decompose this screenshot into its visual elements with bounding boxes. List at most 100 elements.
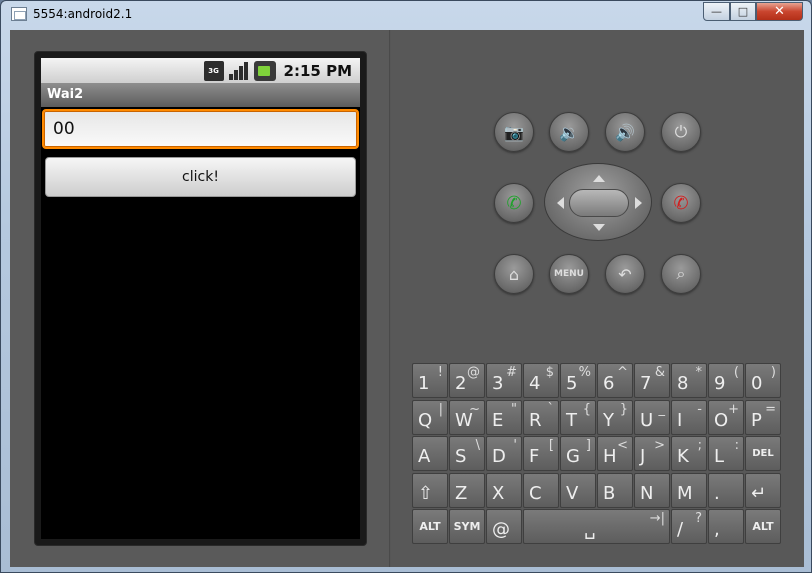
key-1-0[interactable]: Q | — [412, 399, 448, 435]
key-3-9[interactable]: ↵ — [745, 472, 781, 508]
key-main-label: 6 — [603, 373, 615, 394]
key-3-5[interactable]: B — [597, 472, 633, 508]
key-alt-label: ( — [733, 365, 739, 380]
title-bar[interactable]: 5554:android2.1 — □ ✕ — [1, 1, 811, 29]
key-2-7[interactable]: K; — [671, 436, 707, 471]
key-main-label: R — [529, 409, 542, 431]
signal-strength-icon — [228, 61, 250, 81]
key-1-1[interactable]: W ~ — [449, 399, 485, 435]
key-1-4[interactable]: T{ — [560, 399, 596, 435]
key-1-3[interactable]: R ` — [523, 399, 559, 435]
dpad-left-icon[interactable] — [551, 197, 564, 209]
key-0-7[interactable]: 8 * — [671, 363, 707, 398]
key-main-label: N — [640, 482, 654, 504]
key-0-1[interactable]: 2 @ — [449, 363, 485, 398]
key-3-8[interactable]: . — [708, 472, 744, 508]
key-1-7[interactable]: I- — [671, 399, 707, 435]
camera-button[interactable]: 📷 — [494, 112, 534, 152]
click-button[interactable]: click! — [45, 157, 356, 197]
key-alt-label: > — [654, 438, 665, 453]
key-slash[interactable]: /? — [671, 509, 707, 544]
key-alt-label: ) — [770, 365, 776, 380]
key-2-3[interactable]: F[ — [523, 436, 559, 471]
key-alt-right[interactable]: ALT — [745, 509, 781, 544]
phone-red-icon: ✆ — [673, 192, 689, 214]
key-main-label: P — [751, 409, 762, 431]
key-2-2[interactable]: D ' — [486, 436, 522, 471]
key-2-8[interactable]: L: — [708, 436, 744, 471]
key-0-8[interactable]: 9( — [708, 363, 744, 398]
key-3-0[interactable]: ⇧ — [412, 472, 448, 508]
key-alt-label: - — [697, 401, 702, 417]
key-main-label: . — [714, 482, 720, 504]
key-alt-label: _ — [658, 401, 666, 417]
dpad-center-button[interactable] — [569, 189, 629, 217]
key-0-3[interactable]: 4 $ — [523, 363, 559, 398]
key-1-6[interactable]: U _ — [634, 399, 670, 435]
key-1-2[interactable]: E " — [486, 399, 522, 435]
key-main-label: F — [529, 446, 540, 467]
key-0-0[interactable]: 1! — [412, 363, 448, 398]
key-main-label: C — [529, 482, 542, 504]
hardware-keyboard: ALT SYM @ ␣ →| /? , ALT 1! 2 @3 #4 $5% 6 ^ 7 & 8 * 9… — [412, 363, 785, 545]
key-space[interactable]: ␣ →| — [523, 509, 670, 544]
dpad-right-icon[interactable] — [635, 197, 648, 209]
key-alt-label: ; — [697, 438, 702, 453]
key-2-9[interactable]: DEL — [745, 436, 781, 471]
key-2-4[interactable]: G] — [560, 436, 596, 471]
key-main-label: Q — [418, 409, 433, 431]
key-main-label: G — [566, 446, 580, 467]
volume-down-button[interactable]: 🔉 — [549, 112, 589, 152]
key-main-label: 7 — [640, 373, 652, 394]
power-button[interactable]: ⏻ — [661, 112, 701, 152]
volume-up-button[interactable]: 🔊 — [605, 112, 645, 152]
key-0-9[interactable]: 0) — [745, 363, 781, 398]
maximize-button[interactable]: □ — [730, 2, 756, 21]
key-main-label: K — [677, 446, 689, 467]
key-0-5[interactable]: 6 ^ — [597, 363, 633, 398]
dpad-up-icon[interactable] — [593, 169, 605, 182]
key-1-9[interactable]: P = — [745, 399, 781, 435]
text-edit-field[interactable]: 00 — [42, 109, 359, 149]
search-button[interactable]: ⌕ — [661, 254, 701, 294]
key-3-2[interactable]: X — [486, 472, 522, 508]
key-0-6[interactable]: 7 & — [634, 363, 670, 398]
search-icon: ⌕ — [676, 264, 686, 283]
back-button[interactable]: ↶ — [605, 254, 645, 294]
key-main-label: E — [492, 409, 504, 431]
key-main-label: J — [640, 446, 646, 467]
key-alt-left[interactable]: ALT — [412, 509, 448, 544]
key-main-label: L — [714, 446, 725, 467]
menu-button[interactable]: MENU — [549, 254, 589, 294]
key-1-8[interactable]: O + — [708, 399, 744, 435]
home-button[interactable]: ⌂ — [494, 254, 534, 294]
android-screen[interactable]: 3G 2:15 PM Wai2 00 click! — [41, 58, 360, 539]
key-3-7[interactable]: M — [671, 472, 707, 508]
key-0-4[interactable]: 5% — [560, 363, 596, 398]
key-main-label: X — [492, 482, 505, 504]
key-main-label: O — [714, 409, 729, 431]
key-alt-label: \ — [475, 438, 480, 453]
key-alt-label: @ — [467, 365, 480, 380]
home-icon: ⌂ — [508, 264, 520, 284]
dpad-down-icon[interactable] — [593, 224, 605, 237]
key-at[interactable]: @ — [486, 509, 522, 544]
key-2-1[interactable]: S \ — [449, 436, 485, 471]
key-2-5[interactable]: H < — [597, 436, 633, 471]
key-2-0[interactable]: A — [412, 436, 448, 471]
end-call-button[interactable]: ✆ — [661, 183, 701, 223]
minimize-button[interactable]: — — [703, 2, 730, 21]
key-0-2[interactable]: 3 # — [486, 363, 522, 398]
key-1-5[interactable]: Y} — [597, 399, 633, 435]
key-2-6[interactable]: J > — [634, 436, 670, 471]
close-button[interactable]: ✕ — [756, 2, 803, 21]
key-3-6[interactable]: N — [634, 472, 670, 508]
key-3-1[interactable]: Z — [449, 472, 485, 508]
key-alt-label: | — [438, 401, 443, 417]
key-sym[interactable]: SYM — [449, 509, 485, 544]
dpad[interactable] — [544, 163, 652, 241]
key-comma[interactable]: , — [708, 509, 744, 544]
key-3-4[interactable]: V — [560, 472, 596, 508]
key-3-3[interactable]: C — [523, 472, 559, 508]
call-button[interactable]: ✆ — [494, 183, 534, 223]
